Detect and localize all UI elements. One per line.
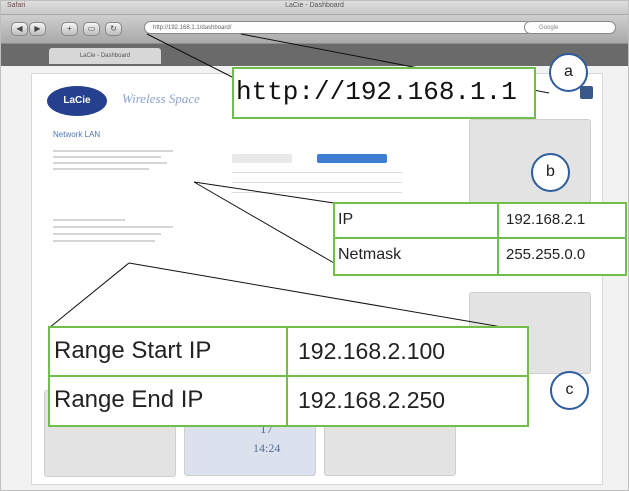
- lacie-logo: LaCie: [47, 86, 107, 116]
- ip-label: IP: [333, 202, 499, 239]
- range-start-label: Range Start IP: [48, 326, 288, 377]
- app-title: Wireless Space: [122, 91, 200, 106]
- tab-bar: LaCie - Dashboard: [1, 44, 628, 66]
- add-bookmark-button[interactable]: +: [61, 22, 78, 36]
- netmask-label: Netmask: [333, 239, 499, 276]
- clock-time: 14:24: [253, 441, 281, 455]
- screenshot-frame: Safari LaCie - Dashboard ◀ ▶ + ▭ ↻ http:…: [0, 0, 629, 491]
- tab-dashboard[interactable]: LaCie - Dashboard: [49, 48, 161, 64]
- window-title: LaCie - Dashboard: [285, 2, 344, 9]
- dhcp-clients-table: [232, 154, 402, 209]
- forward-button[interactable]: ▶: [29, 22, 46, 36]
- search-field[interactable]: Google: [524, 21, 616, 34]
- callout-letter-b: b: [531, 153, 570, 192]
- status-panel: [469, 119, 591, 206]
- netmask-value: 255.255.0.0: [499, 239, 627, 276]
- url-callout: http://192.168.1.1: [232, 67, 536, 119]
- callout-url-text: http://192.168.1.1: [236, 77, 517, 107]
- reload-icon[interactable]: ↻: [105, 22, 122, 36]
- lan-settings-form: [53, 146, 173, 181]
- ip-value: 192.168.2.1: [499, 202, 627, 239]
- share-button[interactable]: ▭: [83, 22, 100, 36]
- browser-toolbar: ◀ ▶ + ▭ ↻ http://192.168.1.1/dashboard/ …: [1, 15, 628, 44]
- tab-clients[interactable]: [232, 154, 292, 163]
- range-end-value: 192.168.2.250: [288, 377, 529, 427]
- dhcp-server-form: [53, 214, 173, 254]
- window-titlebar: Safari LaCie - Dashboard: [1, 1, 628, 15]
- user-icon[interactable]: [580, 86, 593, 99]
- dhcp-range-callout: Range Start IP 192.168.2.100 Range End I…: [48, 326, 529, 427]
- range-start-value: 192.168.2.100: [288, 326, 529, 377]
- range-end-label: Range End IP: [48, 377, 288, 427]
- callout-letter-c: c: [550, 371, 589, 410]
- back-button[interactable]: ◀: [11, 22, 28, 36]
- address-bar[interactable]: http://192.168.1.1/dashboard/: [144, 21, 532, 34]
- tab-static-leases[interactable]: [317, 154, 387, 163]
- ip-netmask-callout: IP 192.168.2.1 Netmask 255.255.0.0: [333, 202, 628, 276]
- callout-letter-a: a: [549, 53, 588, 92]
- section-title: Network LAN: [53, 130, 101, 139]
